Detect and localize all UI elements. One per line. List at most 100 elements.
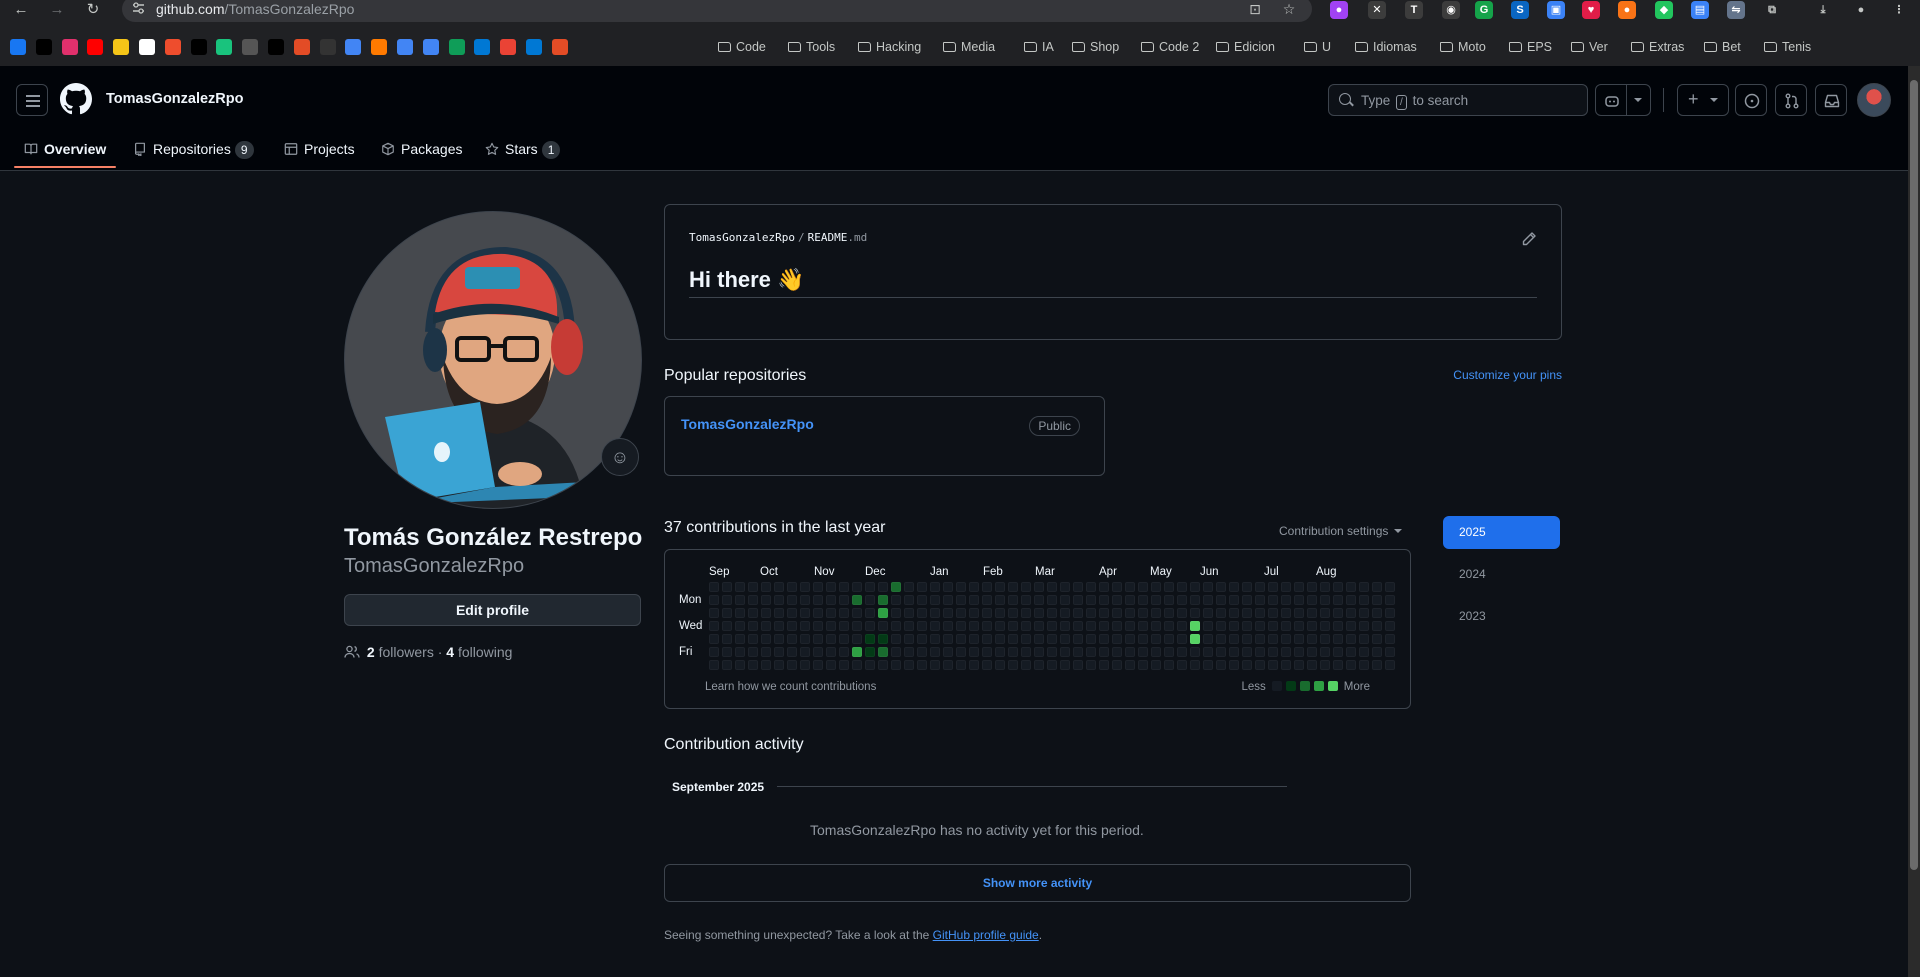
contribution-day-cell[interactable] <box>1060 595 1070 605</box>
contribution-day-cell[interactable] <box>1008 634 1018 644</box>
contribution-day-cell[interactable] <box>1242 660 1252 670</box>
contribution-day-cell[interactable] <box>800 582 810 592</box>
contribution-day-cell[interactable] <box>1112 621 1122 631</box>
profile-guide-link[interactable]: GitHub profile guide <box>933 928 1039 942</box>
contribution-day-cell[interactable] <box>1021 660 1031 670</box>
docs-icon[interactable] <box>422 39 439 55</box>
contribution-day-cell[interactable] <box>1125 608 1135 618</box>
contribution-day-cell[interactable] <box>1047 634 1057 644</box>
contribution-day-cell[interactable] <box>1242 582 1252 592</box>
contribution-day-cell[interactable] <box>1359 621 1369 631</box>
contribution-day-cell[interactable] <box>1099 647 1109 657</box>
contribution-day-cell[interactable] <box>1229 595 1239 605</box>
bookmark-icon[interactable] <box>268 39 284 55</box>
contribution-day-cell[interactable] <box>1320 595 1330 605</box>
bookmark-folder[interactable]: Moto <box>1440 39 1486 55</box>
translate-icon[interactable] <box>397 39 413 55</box>
year-2024-button[interactable]: 2024 <box>1443 558 1560 591</box>
contribution-day-cell[interactable] <box>891 660 901 670</box>
contribution-day-cell[interactable] <box>1255 647 1265 657</box>
contribution-day-cell[interactable] <box>722 647 732 657</box>
tp-icon[interactable]: T <box>1405 1 1423 19</box>
contribution-day-cell[interactable] <box>1164 582 1174 592</box>
owner-breadcrumb[interactable]: TomasGonzalezRpo <box>106 91 244 107</box>
contribution-day-cell[interactable] <box>722 582 732 592</box>
gmail-icon[interactable] <box>500 39 517 55</box>
contribution-day-cell[interactable] <box>969 660 979 670</box>
contribution-day-cell[interactable] <box>1138 608 1148 618</box>
contribution-day-cell[interactable] <box>1073 582 1083 592</box>
bookmark-folder[interactable]: Tools <box>788 39 835 55</box>
youtube-icon[interactable] <box>87 39 104 55</box>
contribution-day-cell[interactable] <box>813 608 823 618</box>
contribution-day-cell[interactable] <box>1268 660 1278 670</box>
followers-link[interactable]: 2 followers <box>367 644 434 660</box>
contribution-day-cell[interactable] <box>774 582 784 592</box>
contribution-day-cell[interactable] <box>1242 647 1252 657</box>
contribution-day-cell[interactable] <box>917 595 927 605</box>
contribution-day-cell[interactable] <box>1151 582 1161 592</box>
contribution-day-cell[interactable] <box>1060 634 1070 644</box>
contribution-day-cell[interactable] <box>995 660 1005 670</box>
contribution-day-cell[interactable] <box>735 582 745 592</box>
contribution-day-cell[interactable] <box>1281 660 1291 670</box>
download-icon[interactable]: ⤓ <box>1814 1 1832 19</box>
contribution-day-cell[interactable] <box>865 660 875 670</box>
contribution-day-cell[interactable] <box>1320 634 1330 644</box>
contribution-day-cell[interactable] <box>787 660 797 670</box>
show-more-activity-button[interactable]: Show more activity <box>664 864 1411 902</box>
contribution-day-cell[interactable] <box>969 647 979 657</box>
contribution-day-cell[interactable] <box>956 595 966 605</box>
contribution-day-cell[interactable] <box>761 621 771 631</box>
contribution-day-cell[interactable] <box>969 634 979 644</box>
bookmark-icon[interactable] <box>551 39 568 55</box>
contribution-day-cell[interactable] <box>1086 608 1096 618</box>
contribution-day-cell[interactable] <box>1346 608 1356 618</box>
contribution-day-cell[interactable] <box>852 621 862 631</box>
contribution-day-cell[interactable] <box>852 647 862 657</box>
contribution-day-cell[interactable] <box>1008 608 1018 618</box>
contribution-day-cell[interactable] <box>1229 647 1239 657</box>
contribution-day-cell[interactable] <box>1125 595 1135 605</box>
contribution-day-cell[interactable] <box>722 634 732 644</box>
contribution-day-cell[interactable] <box>813 582 823 592</box>
contribution-day-cell[interactable] <box>1125 647 1135 657</box>
contribution-day-cell[interactable] <box>852 595 862 605</box>
contribution-day-cell[interactable] <box>1164 647 1174 657</box>
contribution-day-cell[interactable] <box>1164 608 1174 618</box>
contribution-day-cell[interactable] <box>1151 595 1161 605</box>
contribution-day-cell[interactable] <box>1333 647 1343 657</box>
contribution-day-cell[interactable] <box>1242 621 1252 631</box>
contribution-day-cell[interactable] <box>956 608 966 618</box>
contribution-day-cell[interactable] <box>995 582 1005 592</box>
contribution-day-cell[interactable] <box>930 634 940 644</box>
contribution-day-cell[interactable] <box>787 595 797 605</box>
contribution-day-cell[interactable] <box>1021 595 1031 605</box>
contribution-day-cell[interactable] <box>956 582 966 592</box>
contribution-day-cell[interactable] <box>1229 660 1239 670</box>
contribution-day-cell[interactable] <box>1307 595 1317 605</box>
contribution-day-cell[interactable] <box>1112 582 1122 592</box>
contribution-day-cell[interactable] <box>735 608 745 618</box>
contribution-day-cell[interactable] <box>761 660 771 670</box>
contribution-day-cell[interactable] <box>1372 595 1382 605</box>
contribution-day-cell[interactable] <box>813 595 823 605</box>
chatgpt-icon[interactable] <box>216 39 233 55</box>
contribution-day-cell[interactable] <box>800 595 810 605</box>
contribution-day-cell[interactable] <box>748 621 758 631</box>
contribution-day-cell[interactable] <box>1268 595 1278 605</box>
contribution-day-cell[interactable] <box>995 608 1005 618</box>
contribution-day-cell[interactable] <box>761 634 771 644</box>
contribution-day-cell[interactable] <box>1346 582 1356 592</box>
contribution-day-cell[interactable] <box>891 582 901 592</box>
contribution-day-cell[interactable] <box>1138 647 1148 657</box>
contribution-day-cell[interactable] <box>956 660 966 670</box>
contribution-day-cell[interactable] <box>904 660 914 670</box>
contribution-day-cell[interactable] <box>1112 595 1122 605</box>
contribution-day-cell[interactable] <box>865 608 875 618</box>
contribution-day-cell[interactable] <box>748 634 758 644</box>
contribution-settings-dropdown[interactable]: Contribution settings <box>1279 524 1403 538</box>
contribution-day-cell[interactable] <box>1177 595 1187 605</box>
contribution-day-cell[interactable] <box>917 621 927 631</box>
contribution-day-cell[interactable] <box>1177 608 1187 618</box>
